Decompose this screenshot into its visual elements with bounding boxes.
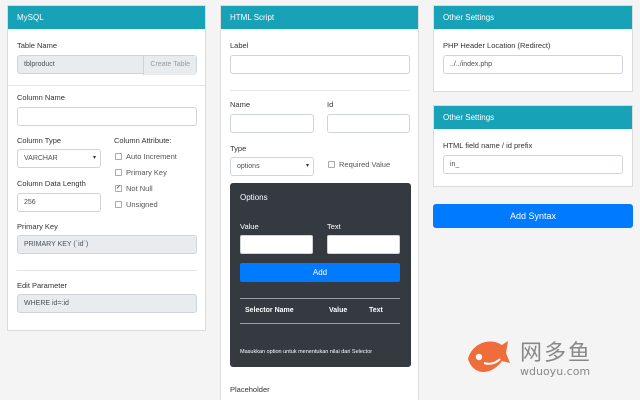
column-type-select[interactable]: VARCHAR ▾: [17, 149, 101, 168]
option-text-input[interactable]: [327, 235, 400, 254]
column-length-label: Column Data Length: [17, 179, 86, 188]
php-header-label: PHP Header Location (Redirect): [443, 41, 551, 50]
mysql-card: MySQL Table Name tblproduct Create Table…: [7, 5, 206, 331]
table-name-input[interactable]: tblproduct Create Table: [17, 55, 197, 75]
checkbox-box[interactable]: [115, 153, 122, 160]
options-note: Masukkan option untuk menentukan nilai d…: [240, 349, 373, 355]
chevron-down-icon: ▾: [305, 163, 309, 169]
add-syntax-button[interactable]: Add Syntax: [433, 204, 633, 228]
edit-param-input[interactable]: WHERE id=:id: [17, 294, 197, 313]
unsigned-checkbox[interactable]: Unsigned: [115, 200, 158, 209]
not-null-checkbox[interactable]: ✓ Not Null: [115, 184, 153, 193]
type-label: Type: [230, 144, 247, 153]
watermark-url-text: wduoyu.com: [520, 365, 591, 378]
options-panel: Options Value Text Add Selector Name Val…: [230, 183, 411, 367]
fish-logo-icon: [468, 341, 510, 372]
option-value-label: Value: [240, 222, 259, 231]
primary-key-checkbox[interactable]: Primary Key: [115, 168, 167, 177]
checkbox-box[interactable]: [328, 161, 335, 168]
column-type-value: VARCHAR: [24, 155, 58, 162]
table-name-value: tblproduct: [24, 61, 55, 68]
edit-param-label: Edit Parameter: [17, 281, 68, 290]
column-name-label: Column Name: [17, 93, 65, 102]
prefix-input[interactable]: in_: [443, 155, 623, 174]
divider: [230, 90, 410, 91]
checkbox-label: Unsigned: [126, 200, 158, 209]
prefix-label: HTML field name / id prefix: [443, 141, 533, 150]
primary-key-input[interactable]: PRIMARY KEY (`id`): [17, 235, 197, 254]
column-selector-name: Selector Name: [245, 307, 294, 314]
divider: [8, 85, 205, 86]
checkmark-icon[interactable]: ✓: [115, 185, 122, 192]
watermark-cn-text: 网多鱼: [520, 341, 593, 366]
checkbox-box[interactable]: [115, 201, 122, 208]
table-header-border: [240, 323, 400, 324]
placeholder-label: Placeholder: [230, 385, 270, 394]
html-script-card: HTML Script Label Name Id Type options ▾…: [220, 5, 419, 400]
type-select[interactable]: options ▾: [230, 157, 314, 176]
label-label: Label: [230, 41, 249, 50]
create-table-button[interactable]: Create Table: [143, 56, 196, 75]
name-input[interactable]: [230, 114, 314, 133]
column-attribute-label: Column Attribute:: [114, 136, 172, 145]
other-settings-header-2: Other Settings: [434, 106, 632, 129]
chevron-down-icon: ▾: [92, 155, 96, 161]
other-settings-header-1: Other Settings: [434, 6, 632, 29]
id-input[interactable]: [327, 114, 410, 133]
column-value: Value: [329, 307, 348, 314]
table-top-border: [240, 298, 400, 299]
checkbox-box[interactable]: [115, 169, 122, 176]
table-name-label: Table Name: [17, 41, 58, 50]
option-value-input[interactable]: [240, 235, 313, 254]
other-settings-card-1: Other Settings PHP Header Location (Redi…: [433, 5, 633, 92]
add-option-button[interactable]: Add: [240, 263, 400, 282]
checkbox-label: Auto Increment: [126, 152, 177, 161]
auto-increment-checkbox[interactable]: Auto Increment: [115, 152, 177, 161]
primary-key-label: Primary Key: [17, 222, 58, 231]
required-value-checkbox[interactable]: Required Value: [328, 160, 390, 169]
id-label: Id: [327, 100, 334, 109]
options-title: Options: [240, 193, 268, 202]
column-name-input[interactable]: [17, 107, 197, 126]
type-value: options: [237, 163, 260, 170]
mysql-card-header: MySQL: [8, 6, 205, 29]
html-script-header: HTML Script: [221, 6, 418, 29]
checkbox-label: Required Value: [339, 160, 391, 169]
checkbox-label: Primary Key: [126, 168, 167, 177]
divider: [17, 270, 197, 271]
php-header-input[interactable]: ../../index.php: [443, 55, 623, 74]
checkbox-label: Not Null: [126, 184, 153, 193]
other-settings-card-2: Other Settings HTML field name / id pref…: [433, 105, 633, 187]
column-text: Text: [369, 307, 383, 314]
watermark-logo: 网多鱼 wduoyu.com: [462, 333, 622, 383]
column-length-input[interactable]: 256: [17, 193, 101, 212]
option-text-label: Text: [327, 222, 341, 231]
label-input[interactable]: [230, 55, 410, 74]
column-type-label: Column Type: [17, 136, 62, 145]
name-label: Name: [230, 100, 251, 109]
